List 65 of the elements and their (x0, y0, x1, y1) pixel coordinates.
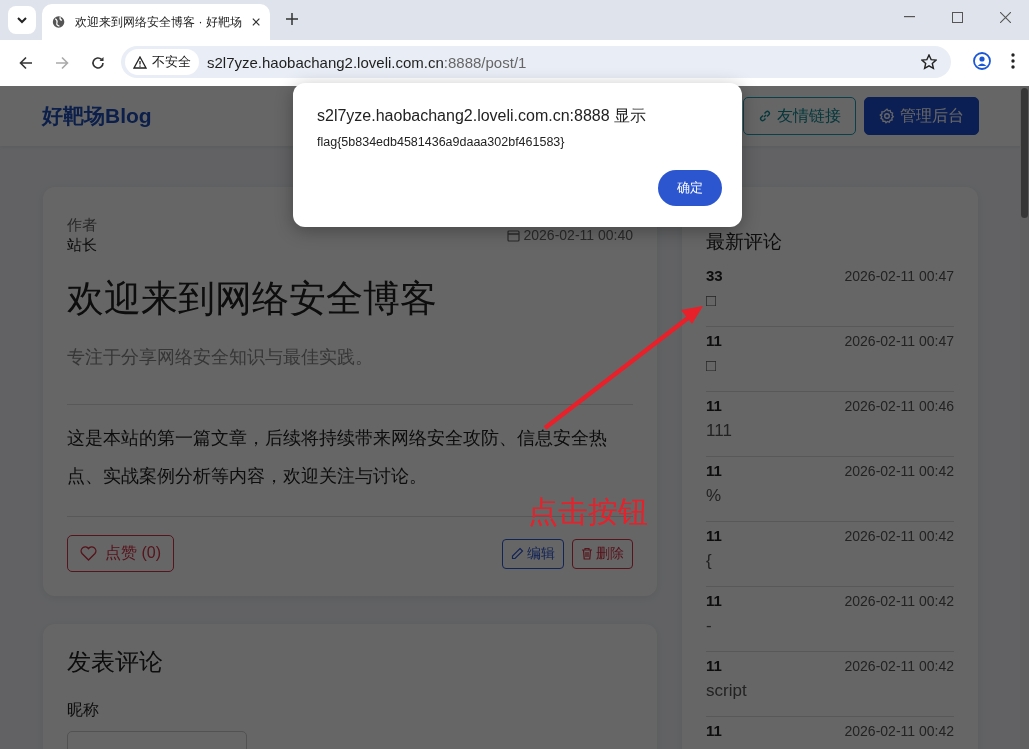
section-heading: 发表评论 (67, 647, 164, 677)
commenter-name: 11 (706, 721, 722, 741)
annotation-text: 点击按钮 (528, 494, 648, 530)
warning-icon (133, 55, 147, 69)
comment-time: 2026-02-11 00:42 (844, 462, 954, 481)
pencil-icon (511, 547, 524, 560)
comment-text: { (706, 551, 712, 570)
commenter-name: 33 (706, 266, 723, 286)
address-bar[interactable]: 不安全 s2l7yze.haobachang2.loveli.com.cn:8888/post/1 (121, 46, 951, 78)
comment-time: 2026-02-11 00:42 (844, 657, 954, 676)
comment-text: □ (706, 291, 717, 310)
link-icon (758, 109, 772, 123)
comment-time: 2026-02-11 00:42 (844, 527, 954, 546)
url-text: s2l7yze.haobachang2.loveli.com.cn:8888/post/1 (207, 53, 527, 71)
comment-time: 2026-02-11 00:46 (844, 397, 954, 416)
author-label: 作者 (67, 215, 97, 235)
post-body: 这是本站的第一篇文章，后续将持续带来网络安全攻防、信息安全热点、实战案例分析等内容，欢迎关注与讨论。 (67, 427, 608, 488)
section-heading: 最新评论 (706, 230, 783, 254)
commenter-name: 11 (706, 331, 722, 351)
comment-text: % (706, 486, 722, 505)
back-icon[interactable] (19, 56, 33, 70)
comment-time: 2026-02-11 00:42 (844, 592, 954, 611)
gear-icon (879, 108, 895, 124)
nav-button[interactable]: 管理后台 (864, 97, 979, 135)
ok-button[interactable]: 确定 (658, 170, 722, 206)
comment-time: 2026-02-11 00:42 (844, 722, 954, 741)
browser-tab[interactable]: 欢迎来到网络安全博客 · 好靶场 (42, 4, 270, 40)
reload-icon[interactable] (91, 56, 105, 70)
heart-icon (80, 546, 97, 561)
dialog-message: flag{5b834edb4581436a9daaa302bf461583} (317, 135, 566, 149)
menu-icon[interactable] (1011, 53, 1015, 69)
author-name: 站长 (67, 235, 97, 255)
commenter-name: 11 (706, 461, 722, 481)
comment-time: 2026-02-11 00:47 (844, 332, 954, 351)
site-logo[interactable]: 好靶场Blog (42, 102, 152, 130)
post-title: 欢迎来到网络安全博客 (67, 277, 438, 321)
commenter-name: 11 (706, 656, 722, 676)
calendar-icon (506, 228, 520, 242)
like-button[interactable]: 点赞 (0) (67, 535, 174, 572)
dialog-title: s2l7yze.haobachang2.loveli.com.cn:8888 显示 (317, 106, 648, 126)
comment-text: script (706, 681, 747, 700)
commenter-name: 11 (706, 396, 722, 416)
maximize-icon[interactable] (951, 11, 963, 23)
profile-icon[interactable] (973, 52, 991, 70)
scrollbar-thumb[interactable] (1021, 88, 1028, 218)
security-chip[interactable]: 不安全 (125, 49, 199, 75)
close-tab-icon[interactable] (251, 17, 260, 27)
new-tab-icon[interactable] (286, 13, 298, 25)
post-date: 2026-02-11 00:40 (523, 227, 633, 243)
bookmark-star-icon[interactable] (921, 54, 937, 70)
trash-icon (581, 547, 593, 560)
comment-text: □ (706, 356, 717, 375)
minimize-icon[interactable] (903, 16, 915, 18)
globe-icon (52, 14, 66, 30)
comment-text: - (706, 616, 712, 635)
nav-button[interactable]: 友情链接 (743, 97, 856, 135)
edit-button[interactable]: 编辑 (502, 538, 564, 569)
commenter-name: 11 (706, 526, 722, 546)
commenter-name: 11 (706, 591, 722, 611)
comment-text: 111 (706, 421, 732, 440)
close-icon[interactable] (999, 11, 1011, 23)
dropdown-icon[interactable] (16, 16, 28, 24)
comment-time: 2026-02-11 00:47 (844, 267, 954, 286)
field-label: 昵称 (67, 700, 100, 720)
delete-button[interactable]: 删除 (572, 538, 633, 569)
